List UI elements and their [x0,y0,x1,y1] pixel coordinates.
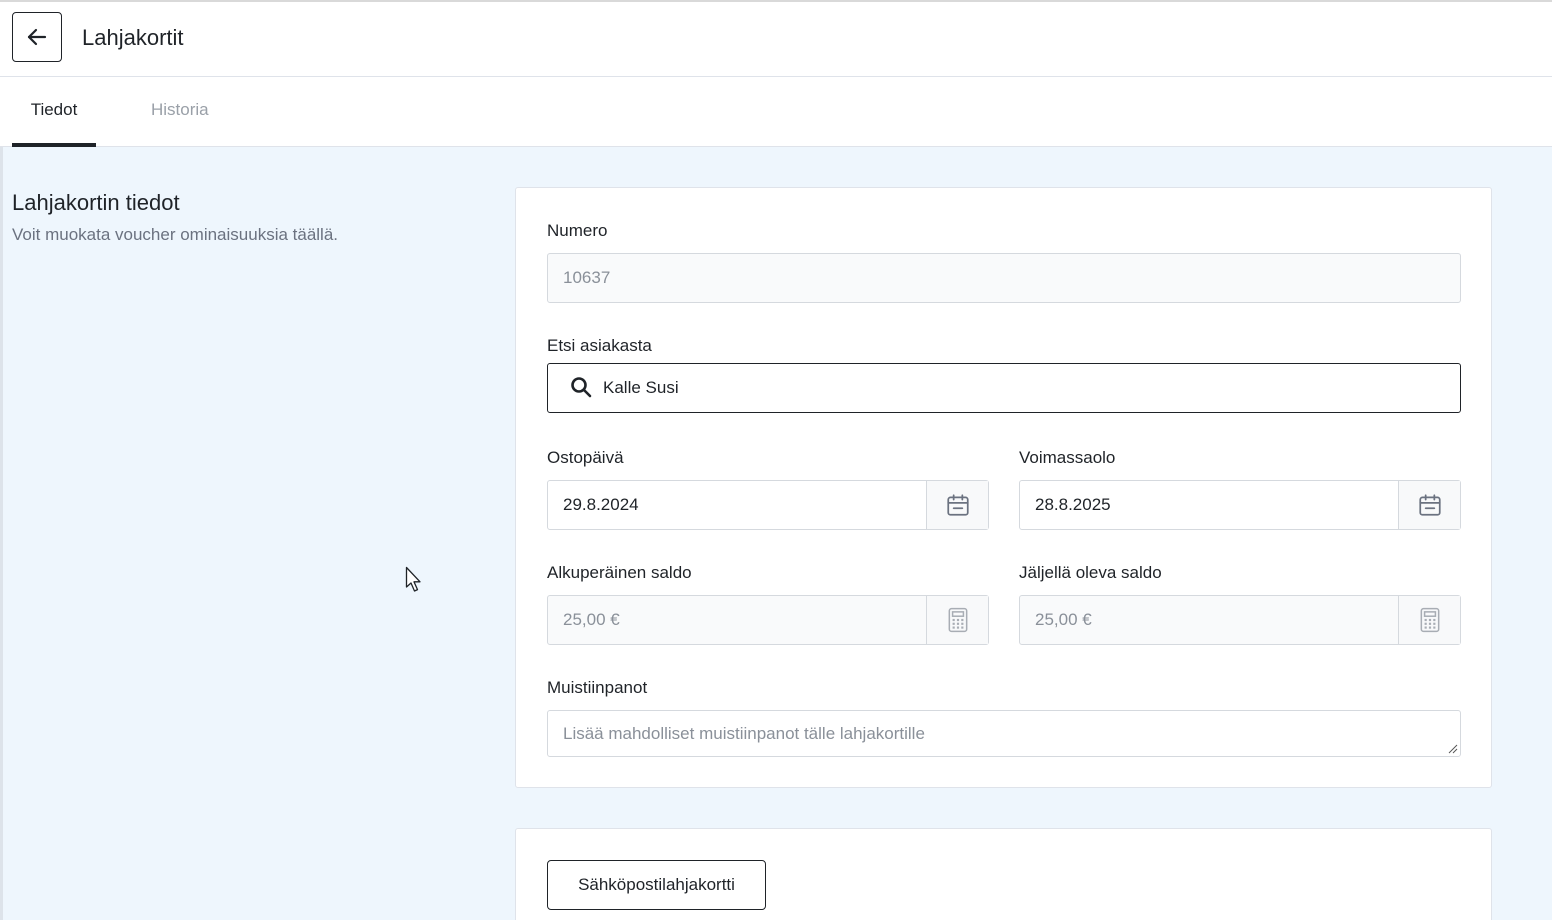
purchase-date-value: 29.8.2024 [563,495,639,514]
calculator-icon [948,607,967,633]
arrow-left-icon [27,28,47,46]
remaining-balance-calculator-button[interactable] [1398,596,1460,644]
notes-placeholder: Lisää mahdolliset muistiinpanot tälle la… [563,724,925,743]
notes-textarea[interactable]: Lisää mahdolliset muistiinpanot tälle la… [547,710,1461,757]
valid-until-field[interactable]: 28.8.2025 [1019,480,1461,530]
calendar-icon [946,494,969,516]
valid-until-label: Voimassaolo [1019,448,1116,467]
search-icon [571,377,592,398]
tab-tiedot[interactable]: Tiedot [12,77,96,147]
number-label: Numero [547,221,608,240]
resize-handle-icon[interactable] [1448,744,1458,754]
number-value: 10637 [563,268,611,287]
remaining-balance-value: 25,00 € [1035,610,1092,629]
section-description: Voit muokata voucher ominaisuuksia tääll… [12,225,339,244]
mouse-cursor-icon [405,566,421,592]
top-bar: Lahjakortit [0,0,1552,77]
customer-search-label: Etsi asiakasta [547,336,652,355]
original-balance-value: 25,00 € [563,610,620,629]
purchase-date-field[interactable]: 29.8.2024 [547,480,989,530]
section-title: Lahjakortin tiedot [12,190,180,215]
calculator-icon [1420,607,1439,633]
back-button[interactable] [12,12,62,62]
number-field[interactable]: 10637 [547,253,1461,303]
customer-search-input[interactable]: Kalle Susi [547,363,1461,413]
remaining-balance-field[interactable]: 25,00 € [1019,595,1461,645]
customer-search-value: Kalle Susi [603,378,679,397]
original-balance-label: Alkuperäinen saldo [547,563,692,582]
purchase-date-label: Ostopäivä [547,448,624,467]
purchase-date-calendar-button[interactable] [926,481,988,529]
page-title: Lahjakortit [82,25,184,50]
tab-historia[interactable]: Historia [151,77,209,147]
valid-until-calendar-button[interactable] [1398,481,1460,529]
original-balance-field[interactable]: 25,00 € [547,595,989,645]
tab-bar: Tiedot Historia [0,77,1552,147]
email-giftcard-button[interactable]: Sähköpostilahjakortti [547,860,766,910]
calendar-icon [1418,494,1441,516]
valid-until-value: 28.8.2025 [1035,495,1111,514]
notes-label: Muistiinpanot [547,678,648,697]
original-balance-calculator-button[interactable] [926,596,988,644]
remaining-balance-label: Jäljellä oleva saldo [1019,563,1162,582]
